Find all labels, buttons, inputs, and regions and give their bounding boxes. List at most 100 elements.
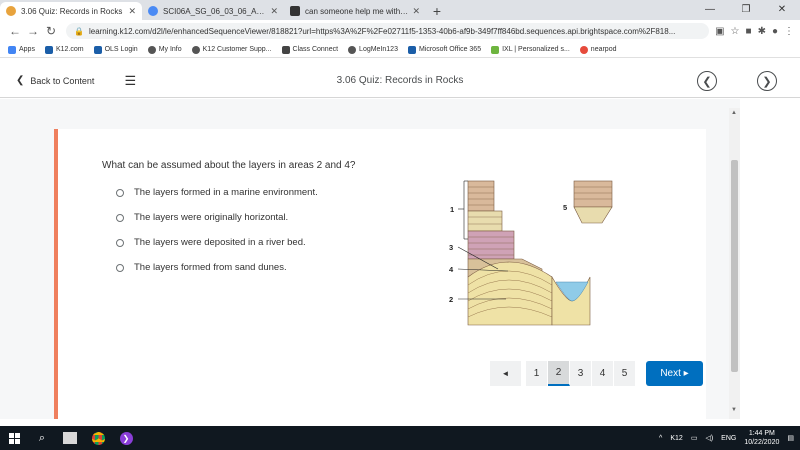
k12-icon <box>44 45 53 54</box>
globe-icon <box>191 45 200 54</box>
tab-favicon-icon <box>290 6 300 16</box>
maximize-icon[interactable]: ❐ <box>728 0 764 20</box>
k12-tray-icon[interactable]: K12 <box>670 435 682 442</box>
back-arrow-icon[interactable]: ← <box>6 24 24 38</box>
visual-studio-icon[interactable]: ❯ <box>112 426 140 450</box>
question-text: What can be assumed about the layers in … <box>102 160 356 171</box>
scroll-down-icon[interactable]: ▼ <box>731 407 737 413</box>
previous-topic-button[interactable]: ❮ <box>697 71 717 91</box>
question-pager: ◄ 1 2 3 4 5 Next ▸ <box>490 361 703 386</box>
profile-icon[interactable]: ● <box>772 26 778 37</box>
tab-favicon-icon <box>6 6 16 16</box>
tab-help[interactable]: can someone help me with writi ✕ <box>284 2 426 20</box>
bookmark-logmein[interactable]: LogMeIn123 <box>348 45 398 54</box>
rock-layers-illustration <box>457 180 613 326</box>
radio-button[interactable] <box>116 238 124 247</box>
chrome-icon[interactable] <box>84 426 112 450</box>
figure-label-4: 4 <box>449 265 454 274</box>
answer-label: The layers formed in a marine environmen… <box>134 187 318 198</box>
volume-icon[interactable]: ◁) <box>705 434 713 442</box>
menu-icon[interactable]: ☰ <box>124 73 136 89</box>
back-to-content-link[interactable]: ❮ Back to Content <box>16 75 94 86</box>
globe-icon <box>348 45 357 54</box>
tab-quiz[interactable]: 3.06 Quiz: Records in Rocks ✕ <box>0 2 142 20</box>
language-indicator[interactable]: ENG <box>721 435 736 442</box>
bookmarks-bar: Apps K12.com OLS Login My Info K12 Custo… <box>0 42 800 58</box>
ixl-icon <box>491 45 500 54</box>
answer-option-2[interactable]: The layers were originally horizontal. <box>116 212 288 223</box>
tab-pdf[interactable]: SCI06A_SG_06_03_06_A11Y.pdf ✕ <box>142 2 284 20</box>
apps-grid-icon <box>8 45 16 54</box>
app-icon[interactable] <box>56 426 84 450</box>
class-connect-icon <box>281 45 290 54</box>
clock-date: 10/22/2020 <box>744 439 780 446</box>
answer-label: The layers were deposited in a river bed… <box>134 237 306 248</box>
menu-dots-icon[interactable]: ⋮ <box>784 26 794 37</box>
radio-button[interactable] <box>116 263 124 272</box>
page-2-button[interactable]: 2 <box>548 361 570 386</box>
new-tab-button[interactable]: + <box>426 2 448 20</box>
tab-title: can someone help me with writi <box>305 6 409 16</box>
forward-arrow-icon[interactable]: → <box>24 24 42 38</box>
back-to-content-label: Back to Content <box>30 75 95 86</box>
bookmark-office365[interactable]: Microsoft Office 365 <box>407 45 481 54</box>
page-1-button[interactable]: 1 <box>526 361 548 386</box>
nearpod-icon <box>579 45 588 54</box>
content-area: What can be assumed about the layers in … <box>0 99 740 419</box>
page-4-button[interactable]: 4 <box>592 361 614 386</box>
figure-label-3: 3 <box>449 243 454 252</box>
bookmark-my-info[interactable]: My Info <box>147 45 182 54</box>
clock[interactable]: 1:44 PM 10/22/2020 <box>744 429 779 447</box>
bookmark-customer-support[interactable]: K12 Customer Supp... <box>191 45 272 54</box>
answer-option-1[interactable]: The layers formed in a marine environmen… <box>116 187 318 198</box>
windows-start-icon[interactable] <box>0 426 28 450</box>
url-text: learning.k12.com/d2l/le/enhancedSequence… <box>88 26 676 36</box>
answer-option-3[interactable]: The layers were deposited in a river bed… <box>116 237 306 248</box>
search-icon[interactable]: ⌕ <box>28 426 56 450</box>
scrollbar-thumb[interactable] <box>731 160 738 372</box>
bookmark-apps[interactable]: Apps <box>8 45 35 54</box>
bookmark-nearpod[interactable]: nearpod <box>579 45 617 54</box>
radio-button[interactable] <box>116 213 124 222</box>
figure-label-1: 1 <box>450 205 455 214</box>
next-topic-button[interactable]: ❯ <box>757 71 777 91</box>
page-title: 3.06 Quiz: Records in Rocks <box>336 75 464 86</box>
cast-icon[interactable]: ▣ <box>715 26 724 37</box>
bookmark-k12[interactable]: K12.com <box>44 45 84 54</box>
k12-icon <box>93 45 102 54</box>
lock-icon: 🔒 <box>74 26 84 36</box>
page-5-button[interactable]: 5 <box>614 361 636 386</box>
window-controls: — ❐ ✕ <box>692 0 800 20</box>
browser-toolbar: ← → ↻ 🔒 learning.k12.com/d2l/le/enhanced… <box>0 20 800 42</box>
notifications-icon[interactable]: ▤ <box>787 434 794 442</box>
answer-label: The layers formed from sand dunes. <box>134 262 287 273</box>
scroll-up-icon[interactable]: ▲ <box>731 110 737 116</box>
star-icon[interactable]: ☆ <box>731 26 740 37</box>
browser-tab-strip: 3.06 Quiz: Records in Rocks ✕ SCI06A_SG_… <box>0 0 800 20</box>
bookmark-class-connect[interactable]: Class Connect <box>281 45 338 54</box>
close-tab-icon[interactable]: ✕ <box>270 6 278 17</box>
rock-layers-diagram: 1 3 4 2 5 <box>442 177 622 329</box>
reload-icon[interactable]: ↻ <box>42 24 60 38</box>
tab-favicon-icon <box>148 6 158 16</box>
quiz-card: What can be assumed about the layers in … <box>54 129 706 419</box>
close-window-icon[interactable]: ✕ <box>764 0 800 20</box>
answer-option-4[interactable]: The layers formed from sand dunes. <box>116 262 287 273</box>
chevron-left-icon: ❮ <box>16 75 25 86</box>
extension-icons: ▣ ☆ ■ ✱ ● ⋮ <box>715 26 794 37</box>
tab-title: 3.06 Quiz: Records in Rocks <box>21 6 123 16</box>
bookmark-ixl[interactable]: IXL | Personalized s... <box>491 45 570 54</box>
next-button[interactable]: Next ▸ <box>646 361 703 386</box>
network-icon[interactable]: ▭ <box>691 434 698 442</box>
close-tab-icon[interactable]: ✕ <box>128 6 136 17</box>
address-bar[interactable]: 🔒 learning.k12.com/d2l/le/enhancedSequen… <box>66 23 710 39</box>
page-3-button[interactable]: 3 <box>570 361 592 386</box>
extension-icon[interactable]: ■ <box>746 26 752 37</box>
chevron-up-icon[interactable]: ^ <box>659 435 662 442</box>
radio-button[interactable] <box>116 188 124 197</box>
close-tab-icon[interactable]: ✕ <box>412 6 420 17</box>
minimize-icon[interactable]: — <box>692 0 728 20</box>
previous-page-button[interactable]: ◄ <box>490 361 522 386</box>
puzzle-icon[interactable]: ✱ <box>758 26 766 37</box>
bookmark-ols-login[interactable]: OLS Login <box>93 45 138 54</box>
